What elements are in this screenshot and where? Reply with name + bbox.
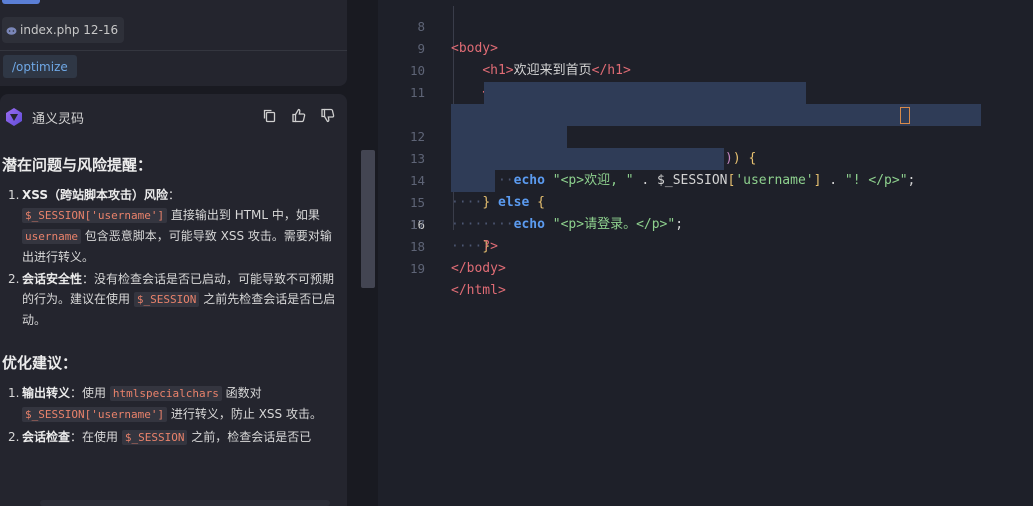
assistant-header: 通义灵码	[4, 106, 84, 128]
tongyi-logo-icon	[4, 107, 24, 127]
item-title: XSS（跨站脚本攻击）风险	[22, 188, 168, 202]
code-line: 9 <h1>欢迎来到首页</h1>	[378, 16, 1033, 78]
inline-code: username	[22, 229, 81, 244]
list-number: 2.	[8, 272, 20, 286]
list-number: 1.	[8, 386, 20, 400]
list-item-text: 会话安全性：没有检查会话是否已启动，可能导致不可预期的行为。建议在使用 $_SE…	[22, 269, 338, 330]
code-line-selected: 15 ········echo "<p>请登录。</p>";	[378, 148, 1033, 232]
selection-highlight	[451, 148, 724, 170]
colon: ：	[168, 188, 181, 202]
colon: ：	[70, 386, 83, 400]
item-text: 之前，检查会话是否已	[187, 430, 312, 444]
selection-indicator	[2, 0, 40, 4]
list-number: 1.	[8, 188, 20, 202]
list-item: 2. 会话安全性：没有检查会话是否已启动，可能导致不可预期的行为。建议在使用 $…	[8, 269, 338, 330]
code-line: 8 <body>	[378, 0, 1033, 56]
colon: ：	[82, 272, 95, 286]
code-line: 11 <?php	[378, 60, 1033, 122]
section-heading-risks: 潜在问题与风险提醒：	[2, 156, 153, 174]
item-text: 在使用	[82, 430, 122, 444]
assistant-name: 通义灵码	[32, 111, 85, 127]
bracket-match-box	[900, 107, 910, 124]
item-title: 会话安全性	[22, 272, 83, 286]
line-number: 19	[409, 261, 425, 276]
list-item: 2. 会话检查：在使用 $_SESSION 之前，检查会话是否已	[8, 427, 338, 448]
optimize-command-tag[interactable]: /optimize	[3, 55, 77, 78]
inline-code: $_SESSION['username']	[22, 208, 168, 223]
chat-vertical-scrollbar[interactable]	[361, 150, 375, 288]
inline-code: htmlspecialchars	[109, 386, 222, 401]
code-text: </html>	[451, 283, 506, 298]
code-line-selected: 12 if (isset($_SESSION['username'])) {	[378, 82, 1033, 166]
file-reference-label: index.php 12-16	[20, 23, 119, 37]
inline-code: $_SESSION	[121, 430, 188, 445]
item-text: 函数对	[221, 386, 262, 400]
code-line-selected: 13 ········echo "<p>欢迎, " . $_SESSION['u…	[378, 104, 1033, 188]
code-line-selected: 14 ····} else {	[378, 126, 1033, 210]
colon: ：	[70, 430, 83, 444]
code-line-current: 16 ····}	[378, 170, 1033, 254]
list-item-text: 会话检查：在使用 $_SESSION 之前，检查会话是否已	[22, 427, 338, 448]
item-text: 进行转义，防止 XSS 攻击。	[167, 407, 322, 421]
code-line: 18 </body>	[378, 214, 1033, 276]
file-reference-chip[interactable]: index.php 12-16	[2, 17, 125, 43]
message-actions	[262, 108, 335, 123]
thumbs-down-icon[interactable]	[320, 108, 335, 123]
item-title: 会话检查	[22, 430, 71, 444]
thumbs-up-icon[interactable]	[291, 108, 306, 123]
copy-icon[interactable]	[262, 108, 277, 123]
selection-highlight	[451, 126, 567, 148]
selection-highlight	[451, 170, 495, 192]
selection-highlight	[484, 82, 806, 104]
suggestion-list: 1. 输出转义：使用 htmlspecialchars 函数对 $_SESSIO…	[8, 383, 338, 448]
user-message-card: index.php 12-16 /optimize	[0, 0, 347, 86]
code-line: 19 </html>	[378, 236, 1033, 298]
list-item-text: 输出转义：使用 htmlspecialchars 函数对 $_SESSION['…	[22, 383, 338, 425]
item-text: 使用	[82, 386, 110, 400]
list-item: 1. 输出转义：使用 htmlspecialchars 函数对 $_SESSIO…	[8, 383, 338, 425]
chat-horizontal-scrollbar[interactable]	[40, 500, 330, 506]
chat-panel: index.php 12-16 /optimize 通义灵码 潜在问题与风险提醒…	[0, 0, 378, 506]
item-title: 输出转义	[22, 386, 71, 400]
item-text: 直接输出到 HTML 中，如果	[167, 208, 320, 222]
list-number: 2.	[8, 430, 20, 444]
code-editor[interactable]: 8 <body> 9 <h1>欢迎来到首页</h1> 10 <p>这是一个简单的…	[378, 0, 1033, 506]
assistant-message-card: 通义灵码 潜在问题与风险提醒： 1. XSS（跨站脚本攻击）风险： $_SESSI…	[0, 94, 347, 506]
code-line: 10 <p>这是一个简单的PHP项目首页。</p>	[378, 38, 1033, 100]
section-heading-suggestions: 优化建议：	[2, 354, 78, 372]
inline-code: $_SESSION	[133, 292, 200, 307]
inline-code: $_SESSION['username']	[22, 407, 168, 422]
risk-list: 1. XSS（跨站脚本攻击）风险： $_SESSION['username'] 直…	[8, 185, 338, 330]
assistant-response: 潜在问题与风险提醒： 1. XSS（跨站脚本攻击）风险： $_SESSION['u…	[2, 154, 338, 450]
php-file-icon	[6, 25, 17, 35]
list-item-text: XSS（跨站脚本攻击）风险： $_SESSION['username'] 直接输出…	[22, 185, 338, 267]
list-item: 1. XSS（跨站脚本攻击）风险： $_SESSION['username'] 直…	[8, 185, 338, 267]
divider	[0, 50, 347, 51]
code-line: 17 ?>	[378, 192, 1033, 254]
code-text: </body>	[451, 261, 506, 276]
